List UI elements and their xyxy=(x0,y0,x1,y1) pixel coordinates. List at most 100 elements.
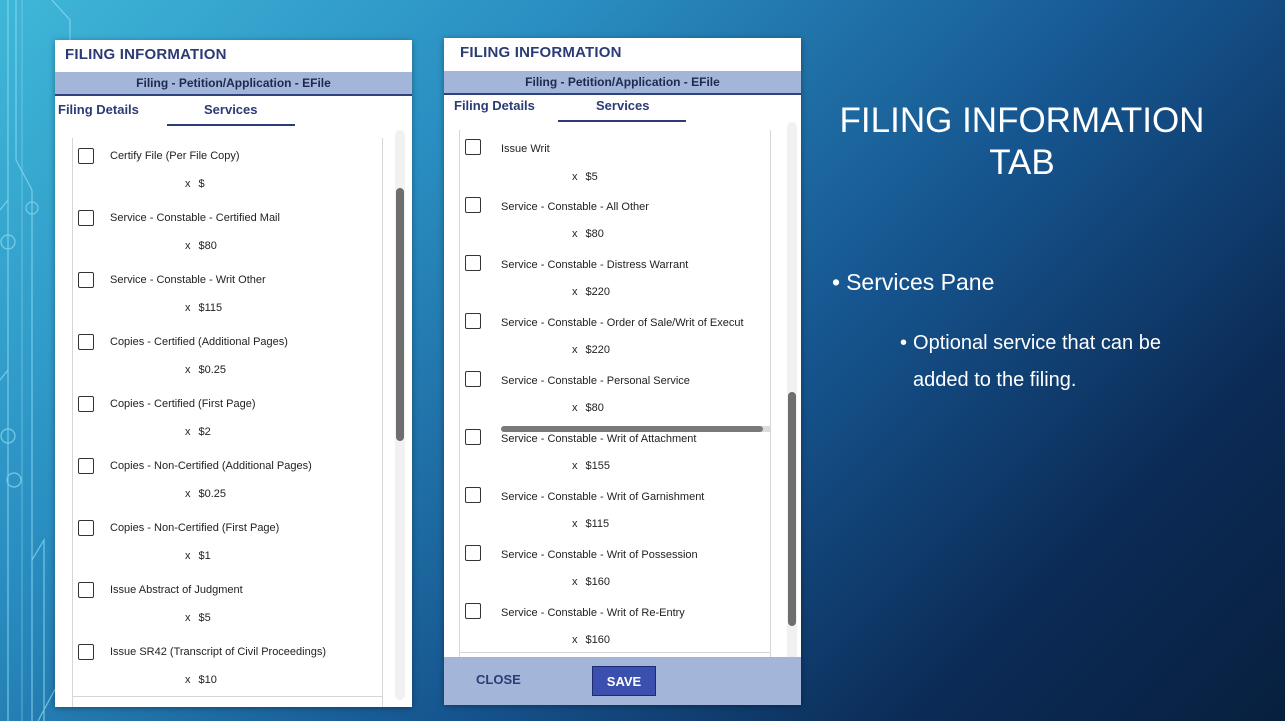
qty-mark: x xyxy=(572,344,578,356)
price-value: $220 xyxy=(585,286,610,298)
service-price: x $80 xyxy=(185,240,217,252)
service-price: x $115 xyxy=(572,518,609,530)
service-checkbox[interactable] xyxy=(78,396,94,412)
scrollbar-thumb[interactable] xyxy=(788,392,796,626)
panel-title: FILING INFORMATION xyxy=(65,46,227,63)
save-button[interactable]: SAVE xyxy=(592,666,656,696)
list-item[interactable]: Service - Constable - Distress Warrant x… xyxy=(460,246,770,305)
bullet-level-1: • Services Pane xyxy=(832,269,994,296)
price-value: $2 xyxy=(198,426,211,438)
horizontal-scrollbar[interactable] xyxy=(501,426,770,432)
list-item[interactable]: Issue SR42 (Transcript of Civil Proceedi… xyxy=(73,634,382,697)
qty-mark: x xyxy=(185,674,191,686)
service-name: Copies - Non-Certified (First Page) xyxy=(110,522,280,534)
qty-mark: x xyxy=(572,576,578,588)
qty-mark: x xyxy=(572,518,578,530)
bullet-level-2: • Optional service that can be added to t… xyxy=(900,325,1200,399)
service-name: Issue Writ xyxy=(501,143,550,155)
close-button[interactable]: CLOSE xyxy=(476,672,521,687)
price-value: $1 xyxy=(198,550,211,562)
service-checkbox[interactable] xyxy=(465,139,481,155)
service-price: x $5 xyxy=(572,171,598,183)
service-checkbox[interactable] xyxy=(465,545,481,561)
tab-filing-details[interactable]: Filing Details xyxy=(454,98,535,113)
qty-mark: x xyxy=(185,550,191,562)
service-price: x $220 xyxy=(572,344,610,356)
price-value: $0.25 xyxy=(198,488,227,500)
list-item[interactable]: Issue Writ x $5 xyxy=(460,130,770,193)
tab-bar: Filing Details Services xyxy=(444,94,801,124)
vertical-scrollbar[interactable] xyxy=(787,122,797,660)
list-item[interactable]: Copies - Non-Certified (First Page) x $1 xyxy=(73,510,382,573)
filing-subheader: Filing - Petition/Application - EFile xyxy=(444,71,801,95)
service-price: x $160 xyxy=(572,576,610,588)
qty-mark: x xyxy=(572,228,578,240)
qty-mark: x xyxy=(185,488,191,500)
service-name: Service - Constable - Writ Other xyxy=(110,274,266,286)
tab-services[interactable]: Services xyxy=(204,102,258,117)
list-item[interactable]: Service - Constable - All Other x $80 xyxy=(460,188,770,247)
service-price: x $0.25 xyxy=(185,364,226,376)
service-name: Service - Constable - Writ of Possession xyxy=(501,549,698,561)
tab-filing-details[interactable]: Filing Details xyxy=(58,102,139,117)
service-name: Copies - Certified (Additional Pages) xyxy=(110,336,288,348)
list-item[interactable]: Service - Constable - Writ of Garnishmen… xyxy=(460,478,770,537)
service-name: Issue Abstract of Judgment xyxy=(110,584,243,596)
panel-footer: CLOSE SAVE xyxy=(444,657,801,705)
service-name: Issue SR42 (Transcript of Civil Proceedi… xyxy=(110,646,327,658)
service-checkbox[interactable] xyxy=(78,148,94,164)
service-checkbox[interactable] xyxy=(78,210,94,226)
list-item[interactable]: Service - Constable - Writ of Re-Entry x… xyxy=(460,594,770,653)
bullet-text: Optional service that can be added to th… xyxy=(913,332,1161,391)
list-item[interactable]: Service - Constable - Writ Other x $115 xyxy=(73,262,382,325)
list-item[interactable]: Service - Constable - Writ of Possession… xyxy=(460,536,770,595)
service-checkbox[interactable] xyxy=(78,334,94,350)
qty-mark: x xyxy=(572,402,578,414)
service-checkbox[interactable] xyxy=(78,644,94,660)
service-checkbox[interactable] xyxy=(465,429,481,445)
list-item[interactable]: Issue Abstract of Judgment x $5 xyxy=(73,572,382,635)
service-price: x $10 xyxy=(185,674,217,686)
qty-mark: x xyxy=(572,460,578,472)
service-checkbox[interactable] xyxy=(465,313,481,329)
service-checkbox[interactable] xyxy=(465,371,481,387)
price-value: $80 xyxy=(198,240,217,252)
filing-information-panel-right: FILING INFORMATION Filing - Petition/App… xyxy=(444,38,801,705)
list-item[interactable]: Copies - Non-Certified (Additional Pages… xyxy=(73,448,382,511)
service-name: Service - Constable - Writ of Attachment xyxy=(501,433,697,445)
list-item[interactable]: Service - Constable - Certified Mail x $8… xyxy=(73,200,382,263)
service-checkbox[interactable] xyxy=(78,520,94,536)
service-name: Service - Constable - Order of Sale/Writ… xyxy=(501,317,744,329)
service-checkbox[interactable] xyxy=(465,603,481,619)
vertical-scrollbar[interactable] xyxy=(395,130,405,700)
service-price: x $220 xyxy=(572,286,610,298)
service-name: Service - Constable - All Other xyxy=(501,201,649,213)
list-item[interactable]: Copies - Certified (First Page) x $2 xyxy=(73,386,382,449)
service-checkbox[interactable] xyxy=(78,458,94,474)
slide-title: FILING INFORMATION TAB xyxy=(839,101,1205,182)
price-value: $160 xyxy=(585,576,610,588)
list-item[interactable]: Certify File (Per File Copy) x $ xyxy=(73,138,382,201)
qty-mark: x xyxy=(185,178,191,190)
service-checkbox[interactable] xyxy=(465,487,481,503)
list-item[interactable]: Copies - Certified (Additional Pages) x $… xyxy=(73,324,382,387)
service-name: Copies - Certified (First Page) xyxy=(110,398,256,410)
services-list: Certify File (Per File Copy) x $ Service … xyxy=(72,138,383,707)
service-checkbox[interactable] xyxy=(78,582,94,598)
service-price: x $5 xyxy=(185,612,211,624)
horizontal-scrollbar-thumb[interactable] xyxy=(501,426,763,432)
service-name: Certify File (Per File Copy) xyxy=(110,150,240,162)
list-item[interactable]: Service - Constable - Personal Service x… xyxy=(460,362,770,421)
service-price: x $80 xyxy=(572,402,604,414)
bullet-dot: • xyxy=(832,269,841,295)
list-item[interactable]: Service - Constable - Order of Sale/Writ… xyxy=(460,304,770,363)
price-value: $80 xyxy=(585,228,604,240)
service-checkbox[interactable] xyxy=(78,272,94,288)
tab-services[interactable]: Services xyxy=(596,98,650,113)
active-tab-indicator xyxy=(558,120,686,122)
service-checkbox[interactable] xyxy=(465,255,481,271)
qty-mark: x xyxy=(185,612,191,624)
scrollbar-thumb[interactable] xyxy=(396,188,404,441)
service-checkbox[interactable] xyxy=(465,197,481,213)
price-value: $ xyxy=(198,178,205,190)
